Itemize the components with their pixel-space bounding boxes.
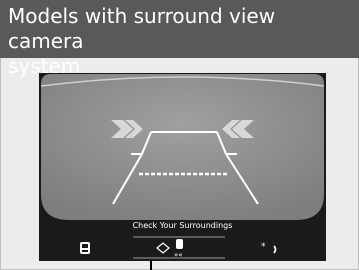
car-icon[interactable] xyxy=(80,242,90,254)
night-mode-icon[interactable] xyxy=(273,245,277,254)
page-title: Models with surround view camera system xyxy=(8,4,276,78)
parking-sensor-icon[interactable]: »« xyxy=(156,239,183,259)
header-bar: Models with surround view camera system xyxy=(0,0,359,78)
brightness-icon[interactable]: * xyxy=(261,242,266,252)
svg-text:*: * xyxy=(261,242,266,252)
svg-text:»«: »« xyxy=(174,251,183,259)
status-message: Check Your Surroundings xyxy=(132,221,233,230)
camera-control-bar: »« * xyxy=(80,236,277,259)
camera-image xyxy=(41,74,324,220)
view-track-top xyxy=(133,236,225,238)
rear-camera-view xyxy=(41,74,324,220)
callout-leader-line xyxy=(150,260,152,270)
